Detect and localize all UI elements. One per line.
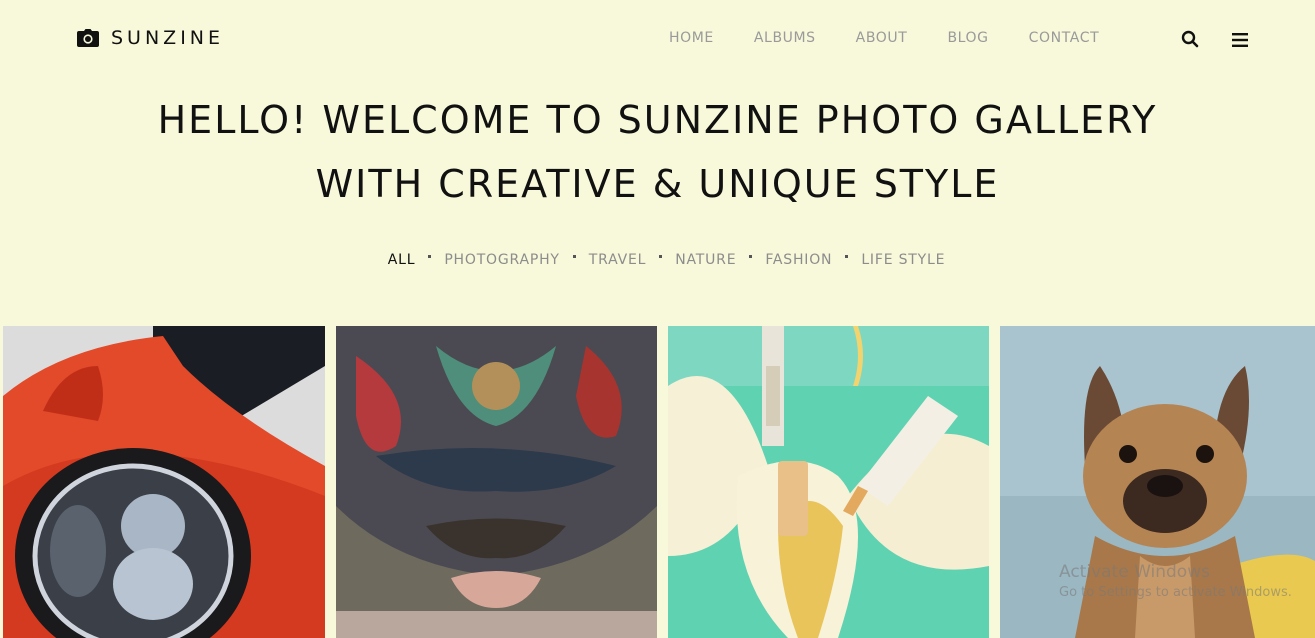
filter-photography[interactable]: PHOTOGRAPHY	[444, 252, 559, 268]
site-header: SUNZINE HOME ALBUMS ABOUT BLOG CONTACT	[0, 0, 1315, 78]
nav-home[interactable]: HOME	[669, 30, 714, 46]
separator-dot	[659, 254, 663, 258]
hero-title-line-2: WITH CREATIVE & UNIQUE STYLE	[315, 162, 1000, 206]
hero-title: HELLO! WELCOME TO SUNZINE PHOTO GALLERY …	[0, 88, 1315, 216]
filter-fashion[interactable]: FASHION	[765, 252, 832, 268]
category-filters: ALL PHOTOGRAPHY TRAVEL NATURE FASHION LI…	[0, 252, 1315, 268]
separator-dot	[749, 254, 753, 258]
brand-name: SUNZINE	[111, 27, 225, 49]
nav-contact[interactable]: CONTACT	[1029, 30, 1100, 46]
separator-dot	[428, 254, 432, 258]
nav-blog[interactable]: BLOG	[947, 30, 988, 46]
main-nav: HOME ALBUMS ABOUT BLOG CONTACT	[669, 30, 1099, 46]
watermark-subtitle: Go to Settings to activate Windows.	[1059, 585, 1292, 600]
gallery-photo-car[interactable]	[3, 326, 325, 638]
search-icon[interactable]	[1181, 30, 1199, 52]
filter-nature[interactable]: NATURE	[675, 252, 736, 268]
filter-travel[interactable]: TRAVEL	[589, 252, 646, 268]
hamburger-menu-icon[interactable]	[1232, 32, 1248, 51]
gallery-photo-tattoo[interactable]	[336, 326, 657, 638]
camera-icon	[77, 29, 99, 47]
hero-title-line-1: HELLO! WELCOME TO SUNZINE PHOTO GALLERY	[157, 98, 1158, 142]
filter-all[interactable]: ALL	[388, 252, 416, 268]
nav-albums[interactable]: ALBUMS	[754, 30, 816, 46]
brand-logo[interactable]: SUNZINE	[77, 27, 224, 49]
hero-section: HELLO! WELCOME TO SUNZINE PHOTO GALLERY …	[0, 88, 1315, 216]
gallery-photo-banana[interactable]	[668, 326, 989, 638]
os-activation-watermark: Activate Windows Go to Settings to activ…	[1059, 562, 1292, 600]
nav-about[interactable]: ABOUT	[856, 30, 908, 46]
filter-life-style[interactable]: LIFE STYLE	[861, 252, 945, 268]
watermark-title: Activate Windows	[1059, 562, 1210, 582]
separator-dot	[572, 254, 576, 258]
separator-dot	[845, 254, 849, 258]
